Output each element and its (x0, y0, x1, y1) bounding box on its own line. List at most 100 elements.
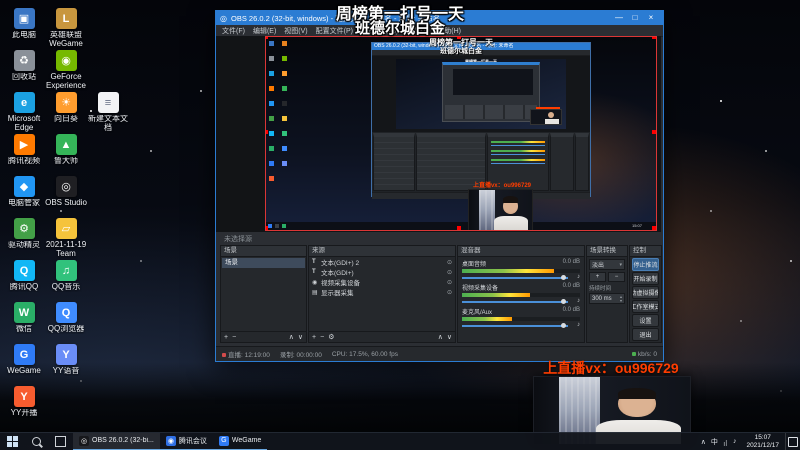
source-item-text-gdi-2[interactable]: T 文本(GDI+) 2 ⊙ (309, 257, 455, 267)
mixer-channel-desktop-audio: 桌面音频 0.0 dB ♪ (462, 259, 580, 281)
desktop-icon-geforce-experience[interactable]: ◉ GeForce Experience (46, 50, 86, 92)
taskbar-app-wegame[interactable]: G WeGame (212, 433, 268, 450)
taskbar-app-meeting[interactable]: ◉ 腾讯会议 (159, 433, 213, 450)
settings-button[interactable]: 设置 (632, 314, 659, 327)
virtual-camera-button[interactable]: 启动虚拟摄像机 (632, 286, 659, 299)
network-icon[interactable]: ⣴ (723, 438, 728, 446)
visibility-eye-icon[interactable]: ⊙ (447, 279, 452, 286)
desktop-icon-yy-broadcast[interactable]: Y YY开播 (4, 386, 44, 428)
desktop-icon-obs-studio[interactable]: ◎ OBS Studio (45, 176, 87, 218)
desktop-icon-qq[interactable]: Q 腾讯QQ (4, 260, 44, 302)
desktop-icon-driver-tool[interactable]: ⚙ 驱动精灵 (4, 218, 44, 260)
slider-knob[interactable] (561, 299, 566, 304)
icon-label: Microsoft Edge (7, 115, 41, 132)
icon-label: QQ音乐 (51, 283, 81, 291)
source-item-display-capture[interactable]: ▤ 显示器采集 ⊙ (309, 287, 455, 298)
search-icon (32, 437, 41, 446)
text-source-icon: T (312, 259, 316, 265)
taskbar-app-obs[interactable]: ◎ OBS 26.0.2 (32-bi... (73, 432, 160, 450)
exit-button[interactable]: 退出 (632, 328, 659, 341)
vx-contact-text: 上直播vx：ou996729 (543, 360, 679, 376)
desktop-icon-qq-browser[interactable]: Q QQ浏览器 (46, 302, 86, 344)
slider-knob[interactable] (561, 275, 566, 280)
speaker-icon[interactable]: ♪ (577, 274, 580, 280)
preview-canvas[interactable]: 周榜第一打号一天 班德尔城白金 OBS 26.0.2 (32-bit, wind… (265, 36, 657, 231)
remove-source-button[interactable]: − (320, 334, 324, 341)
remove-transition-button[interactable]: − (608, 272, 625, 282)
task-view-button[interactable] (48, 433, 73, 450)
visibility-eye-icon[interactable]: ⊙ (447, 259, 452, 266)
scene-down-button[interactable]: ∨ (298, 333, 303, 341)
second-level-obs-window (442, 62, 540, 122)
icon-label: GeForce Experience (45, 73, 87, 90)
desktop-icon-recycle-bin[interactable]: ♻ 回收站 (4, 50, 44, 92)
add-scene-button[interactable]: + (224, 334, 228, 341)
volume-slider[interactable]: ♪ (462, 274, 580, 281)
volume-icon[interactable]: ♪ (733, 438, 737, 445)
start-button[interactable] (0, 433, 25, 450)
desktop-icon-sunlogin[interactable]: ☀ 向日葵 (46, 92, 86, 134)
tray-chevron-icon[interactable]: ∧ (701, 438, 706, 446)
volume-slider[interactable]: ♪ (462, 298, 580, 305)
monitor-source-icon: ▤ (312, 289, 318, 296)
speaker-icon[interactable]: ♪ (577, 298, 580, 304)
taskbar: ◎ OBS 26.0.2 (32-bi... ◉ 腾讯会议 G WeGame ∧… (0, 432, 800, 450)
search-button[interactable] (25, 433, 48, 450)
mixer-channel-mic-aux: 麦克风/Aux 0.0 dB ♪ (462, 307, 580, 329)
desktop-icon-ludashi[interactable]: ▲ 鲁大师 (46, 134, 86, 176)
stop-streaming-button[interactable]: 停止推流 (632, 258, 659, 271)
remove-scene-button[interactable]: − (232, 334, 236, 341)
desktop-icons-column-1: ▣ 此电脑 ♻ 回收站 e Microsoft Edge ▶ 腾讯视频 ◆ 电脑… (4, 8, 44, 428)
desktop-icon-yy-voice[interactable]: Y YY语音 (46, 344, 86, 386)
recursive-controls-dock (575, 133, 589, 191)
preview-taskbar: 15:07 (266, 222, 656, 230)
scene-item[interactable]: 场景 (222, 258, 305, 268)
wegame-icon: G (13, 344, 35, 365)
duration-spinbox[interactable]: 300 ms ▴ ▾ (589, 293, 625, 304)
desktop-icon-tencent-video[interactable]: ▶ 腾讯视频 (4, 134, 44, 176)
clock-time: 15:07 (754, 434, 771, 442)
start-recording-button[interactable]: 开始录制 (632, 272, 659, 285)
icon-label: 回收站 (12, 73, 36, 81)
desktop-icon-wegame[interactable]: G WeGame (4, 344, 44, 386)
spin-down-icon[interactable]: ▾ (620, 298, 622, 303)
desktop-screen: ▣ 此电脑 ♻ 回收站 e Microsoft Edge ▶ 腾讯视频 ◆ 电脑… (0, 0, 800, 450)
transition-select[interactable]: 淡出 ▾ (589, 259, 625, 270)
volume-slider[interactable]: ♪ (462, 322, 580, 329)
desktop-icon-edge[interactable]: e Microsoft Edge (4, 92, 44, 134)
camera-source-icon: ◉ (312, 279, 318, 286)
desktop-icon-pc-manager[interactable]: ◆ 电脑管家 (4, 176, 44, 218)
slider-knob[interactable] (561, 323, 566, 328)
scene-up-button[interactable]: ∧ (289, 333, 294, 341)
visibility-eye-icon[interactable]: ⊙ (447, 269, 452, 276)
desktop-icon-dated-folder[interactable]: ▱ 2021-11-19 Team (46, 218, 86, 260)
recursive-preview: 周榜第一打号一天 (372, 56, 590, 132)
speaker-icon[interactable]: ♪ (577, 322, 580, 328)
source-properties-button[interactable]: ⚙ (328, 333, 334, 341)
desktop-icon-wechat[interactable]: W 微信 (4, 302, 44, 344)
icon-label: OBS Studio (45, 199, 87, 207)
obs-docks: 场景 场景 + − ∧ ∨ 来源 T 文本(GDI+) 2 ⊙ T 文本(GDI… (216, 245, 663, 343)
source-item-text-gdi[interactable]: T 文本(GDI+) ⊙ (309, 267, 455, 277)
studio-mode-button[interactable]: 工作室模式 (632, 300, 659, 313)
duration-label: 持续时间 (589, 286, 612, 292)
icon-label: 驱动精灵 (8, 241, 40, 249)
action-center-button[interactable] (785, 432, 800, 450)
mixer-panel: 混音器 桌面音频 0.0 dB ♪ 视频采集设备 0.0 dB ♪ 麦克风/Au… (457, 245, 585, 343)
taskbar-clock[interactable]: 15:07 2021/12/17 (740, 434, 785, 449)
desktop-icon-new-text-doc[interactable]: ≡ 新建文本文档 (88, 92, 128, 134)
add-source-button[interactable]: + (312, 334, 316, 341)
source-down-button[interactable]: ∨ (447, 333, 452, 341)
desktop-icon-qq-music[interactable]: ♫ QQ音乐 (46, 260, 86, 302)
source-item-video-capture[interactable]: ◉ 视频采集设备 ⊙ (309, 277, 455, 288)
recording-timer: 录制: 00:00:00 (279, 352, 322, 359)
audio-level-meter (462, 269, 580, 273)
bitrate-indicator-icon (631, 351, 636, 356)
windows-logo-icon (7, 436, 18, 447)
add-transition-button[interactable]: + (589, 272, 606, 282)
icon-label: QQ浏览器 (47, 325, 85, 333)
audio-level-meter (462, 293, 580, 297)
source-up-button[interactable]: ∧ (438, 333, 443, 341)
visibility-eye-icon[interactable]: ⊙ (447, 289, 452, 296)
ime-indicator[interactable]: 中 (711, 437, 718, 447)
